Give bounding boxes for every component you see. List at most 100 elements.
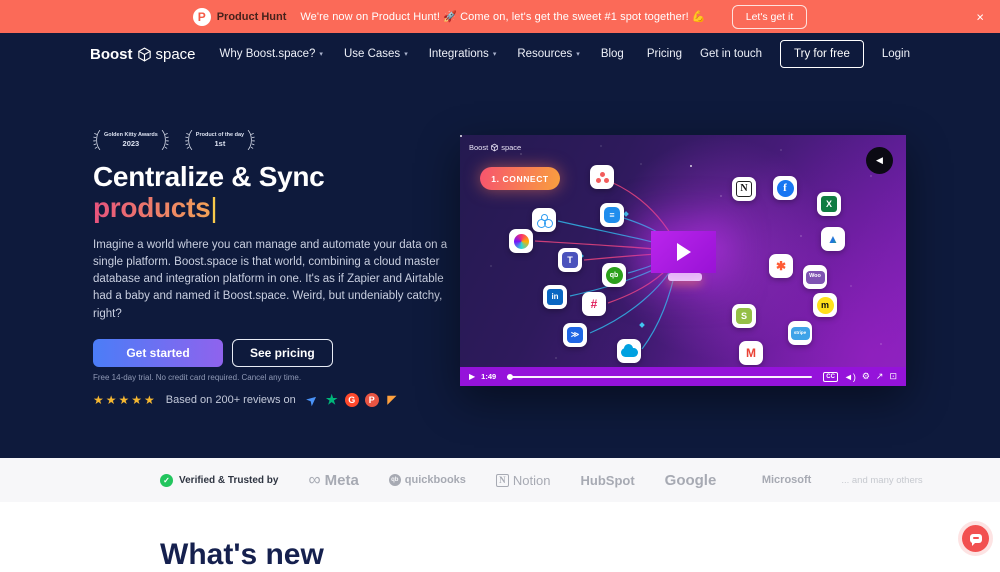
nav-item-label: Integrations bbox=[428, 48, 489, 60]
control-play-icon[interactable]: ▶ bbox=[469, 372, 475, 381]
award-badge: Product of the day 1st bbox=[184, 128, 255, 152]
get-started-button[interactable]: Get started bbox=[93, 338, 223, 367]
notion-icon: N bbox=[732, 177, 756, 201]
notion-glyph-icon: N bbox=[495, 473, 509, 487]
notion-logo: N Notion bbox=[495, 472, 551, 488]
video-time: 1:49 bbox=[481, 372, 497, 381]
progress-knob[interactable] bbox=[507, 373, 514, 380]
hubspot-icon: ✱ bbox=[769, 254, 793, 278]
laurel-icon bbox=[161, 130, 169, 150]
rings-icon bbox=[532, 208, 556, 232]
microsoft-logo: Microsoft bbox=[746, 474, 812, 486]
mute-button[interactable]: ◀ bbox=[866, 147, 893, 174]
settings-gear-icon[interactable]: ⚙ bbox=[862, 371, 870, 382]
mailchimp-icon: m bbox=[813, 293, 837, 317]
logo-label: Microsoft bbox=[761, 474, 812, 486]
meta-logo: ∞ Meta bbox=[308, 470, 358, 490]
chevron-down-icon: ▾ bbox=[404, 51, 408, 58]
whats-new-section: What's new bbox=[0, 502, 1000, 571]
producthunt-icon[interactable]: P bbox=[364, 392, 379, 407]
chat-bubble-icon bbox=[969, 534, 982, 546]
video-brand-logo: Boost space bbox=[469, 143, 522, 152]
video-controls: ▶ 1:49 CC ◄) ⚙ ↗ ⊡ bbox=[460, 367, 906, 386]
connect-step-label: 1. CONNECT bbox=[480, 167, 560, 190]
page-title: Centralize & Sync products| bbox=[93, 161, 449, 224]
nav-item-label: Why Boost.space? bbox=[219, 48, 316, 60]
brand-logo[interactable]: Boost space bbox=[90, 46, 196, 63]
google-logo: Google bbox=[665, 472, 717, 489]
partner-logos: ∞ Meta qb quickbooks N Notion HubSpot Google Mic… bbox=[308, 470, 811, 490]
producthunt-name: Product Hunt bbox=[216, 10, 287, 23]
hero-video-player[interactable]: Boost space 1. CONNECT ◀ ≡ Tqb in # ≫ Nf X ▲ ✱ Wo… bbox=[460, 135, 906, 386]
producthunt-logo-icon: P bbox=[192, 7, 211, 26]
verified-text: Verified & Trusted by bbox=[179, 474, 279, 486]
laurel-icon bbox=[184, 130, 192, 150]
banner-cta-button[interactable]: Let's get it bbox=[731, 4, 808, 29]
nav-link-pricing[interactable]: Pricing bbox=[647, 48, 682, 60]
speaker-icon: ◀ bbox=[876, 155, 883, 165]
gdrive-icon: ▲ bbox=[821, 227, 845, 251]
shopify-icon: S bbox=[732, 304, 756, 328]
laurel-icon bbox=[247, 130, 255, 150]
try-for-free-button[interactable]: Try for free bbox=[780, 40, 864, 68]
chat-widget-button[interactable] bbox=[962, 525, 989, 552]
quickbooks-icon: qb bbox=[602, 263, 626, 287]
chevron-down-icon: ▾ bbox=[319, 51, 323, 58]
reviews-text: Based on 200+ reviews on bbox=[165, 393, 296, 406]
laurel-icon bbox=[93, 130, 101, 150]
activecampaign-icon: ≫ bbox=[563, 323, 587, 347]
close-icon[interactable]: × bbox=[976, 10, 984, 23]
asana-icon bbox=[590, 165, 614, 189]
more-partners-text: ... and many others bbox=[841, 474, 923, 486]
nav-link-get-in-touch[interactable]: Get in touch bbox=[700, 48, 762, 60]
award-line2: 2023 bbox=[122, 138, 140, 148]
title-line2: products bbox=[93, 191, 211, 223]
volume-icon[interactable]: ◄) bbox=[844, 372, 856, 382]
brand-second: space bbox=[155, 45, 196, 63]
nav-menu: Why Boost.space? ▾ Use Cases ▾ Integrations ▾… bbox=[220, 48, 624, 60]
chevron-down-icon: ▾ bbox=[492, 51, 497, 58]
trustpilot-icon[interactable]: ★ bbox=[325, 392, 339, 407]
announcement-banner: P Product Hunt We're now on Product Hunt… bbox=[0, 0, 1000, 33]
fullscreen-icon[interactable]: ⊡ bbox=[889, 371, 897, 382]
nav-item-resources[interactable]: Resources ▾ bbox=[517, 48, 579, 60]
nav-link-login[interactable]: Login bbox=[882, 48, 910, 60]
trial-note: Free 14-day trial. No credit card requir… bbox=[93, 372, 302, 382]
captions-button[interactable]: CC bbox=[823, 371, 838, 382]
star-rating: ★★★★★ bbox=[93, 392, 157, 407]
whats-new-title: What's new bbox=[160, 538, 324, 571]
logo-label: Notion bbox=[512, 472, 551, 488]
meta-glyph-icon: ∞ bbox=[308, 470, 321, 489]
gmail-icon: M bbox=[739, 341, 763, 365]
nav-item-integrations[interactable]: Integrations ▾ bbox=[429, 48, 497, 60]
excel-icon: X bbox=[817, 192, 841, 216]
nav-item-label: Resources bbox=[517, 48, 573, 60]
verified-check-icon: ✓ bbox=[160, 473, 173, 487]
intercom-icon: ≡ bbox=[600, 203, 624, 227]
award-line1: Golden Kitty Awards bbox=[104, 131, 158, 138]
logo-label: Meta bbox=[324, 471, 359, 489]
progress-bar[interactable] bbox=[507, 373, 813, 380]
hero-section: Golden Kitty Awards 2023 Product of the da… bbox=[0, 75, 1000, 458]
brand-first: Boost bbox=[90, 45, 133, 63]
linkedin-icon: in bbox=[543, 285, 567, 309]
quickbooks-logo: qb quickbooks bbox=[388, 474, 466, 486]
woocommerce-icon: Woo bbox=[803, 265, 827, 289]
see-pricing-button[interactable]: See pricing bbox=[232, 338, 333, 367]
share-icon[interactable]: ↗ bbox=[876, 371, 884, 382]
award-line2: 1st bbox=[214, 138, 226, 148]
slack-icon: # bbox=[582, 292, 606, 316]
nav-item-use-cases[interactable]: Use Cases ▾ bbox=[344, 48, 408, 60]
play-icon bbox=[676, 243, 691, 261]
cube-logo-icon bbox=[491, 143, 499, 152]
video-play-button[interactable] bbox=[651, 231, 716, 273]
getapp-icon[interactable]: ➤ bbox=[302, 390, 322, 410]
capterra-icon[interactable]: ◤ bbox=[385, 393, 399, 407]
nav-item-why-boost-space[interactable]: Why Boost.space? ▾ bbox=[220, 48, 323, 60]
banner-message: We're now on Product Hunt! 🚀 Come on, le… bbox=[300, 11, 706, 23]
g2-icon[interactable]: G bbox=[344, 392, 359, 407]
chevron-down-icon: ▾ bbox=[576, 51, 580, 58]
logo-label: Google bbox=[664, 471, 717, 489]
title-line1: Centralize & Sync bbox=[93, 161, 325, 192]
nav-item-blog[interactable]: Blog bbox=[601, 48, 624, 60]
